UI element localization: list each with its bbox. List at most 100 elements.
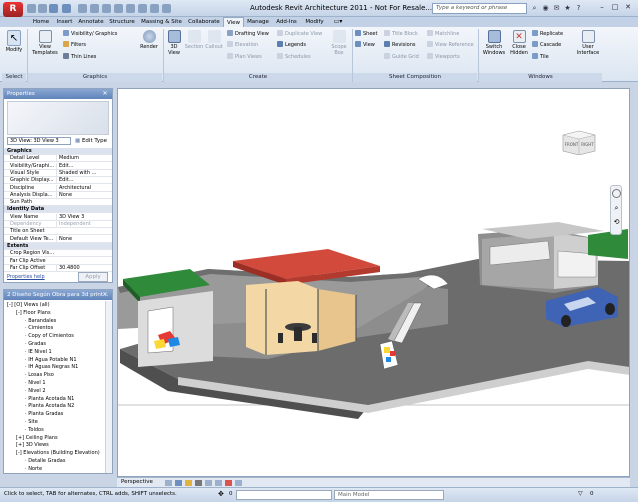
tab-home[interactable]: Home bbox=[29, 17, 53, 27]
view-templates-button[interactable]: View Templates bbox=[30, 30, 60, 56]
property-value[interactable]: 3D View 3 bbox=[56, 213, 100, 221]
filters-button[interactable]: Filters bbox=[63, 41, 86, 49]
close-browser-icon[interactable]: ✕ bbox=[100, 291, 110, 299]
browser-tree-item[interactable]: · Planta Gradas bbox=[25, 410, 63, 418]
browser-tree-item[interactable]: · Detalle Gradas bbox=[25, 457, 65, 465]
tab-modify[interactable]: Modify bbox=[301, 17, 328, 27]
browser-tree-item[interactable]: · Nivel 2 bbox=[25, 387, 46, 395]
browser-tree-item[interactable]: · Nivel 1 bbox=[25, 379, 46, 387]
matchline-button[interactable]: Matchline bbox=[427, 30, 459, 38]
text-icon[interactable] bbox=[114, 4, 123, 13]
application-menu-button[interactable]: R bbox=[3, 2, 23, 17]
maximize-window-icon[interactable]: □ bbox=[609, 2, 621, 13]
view-button[interactable]: View bbox=[355, 41, 375, 49]
property-value[interactable]: None bbox=[56, 235, 100, 243]
browser-tree-item[interactable]: [-] Floor Plans bbox=[16, 309, 51, 317]
browser-tree-item[interactable]: · Barandales bbox=[25, 317, 56, 325]
switch-windows-button[interactable]: Switch Windows bbox=[481, 30, 507, 56]
favorites-icon[interactable]: ★ bbox=[563, 4, 572, 13]
property-row[interactable]: Sun Path bbox=[4, 199, 112, 207]
browser-tree-item[interactable]: [+] Ceiling Plans bbox=[16, 434, 58, 442]
property-row[interactable]: Far Clip Offset 30.4800 bbox=[4, 264, 112, 272]
measure-icon[interactable] bbox=[78, 4, 87, 13]
revisions-button[interactable]: Revisions bbox=[384, 41, 416, 49]
tab-add-ins[interactable]: Add-Ins bbox=[272, 17, 301, 27]
property-row[interactable]: Title on Sheet bbox=[4, 228, 112, 236]
cascade-button[interactable]: Cascade bbox=[532, 41, 561, 49]
filter-icon[interactable]: ▽ bbox=[578, 490, 586, 498]
orbit-icon[interactable]: ⟲ bbox=[612, 218, 621, 227]
press-drag-icon[interactable]: ✥ bbox=[218, 490, 226, 498]
redo-icon[interactable] bbox=[62, 4, 71, 13]
tile-button[interactable]: Tile bbox=[532, 53, 549, 61]
tab-insert[interactable]: Insert bbox=[53, 17, 76, 27]
close-hidden-button[interactable]: ✕ Close Hidden bbox=[508, 30, 530, 56]
tab-structure[interactable]: Structure bbox=[106, 17, 138, 27]
property-section-header[interactable]: Graphics bbox=[4, 148, 112, 155]
viewports-button[interactable]: Viewports bbox=[427, 53, 460, 61]
property-row[interactable]: Far Clip Active bbox=[4, 258, 112, 265]
tab-annotate[interactable]: Annotate bbox=[76, 17, 106, 27]
minimize-window-icon[interactable]: – bbox=[596, 2, 608, 13]
default-3d-view-icon[interactable] bbox=[126, 4, 135, 13]
property-row[interactable]: Dependency Independent bbox=[4, 221, 112, 228]
close-palette-icon[interactable]: ✕ bbox=[100, 90, 110, 98]
reveal-hidden-icon[interactable] bbox=[235, 480, 242, 486]
detail-level-icon[interactable] bbox=[165, 480, 172, 486]
property-value[interactable]: Independent bbox=[56, 221, 100, 228]
scope-box-button[interactable]: Scope Box bbox=[329, 30, 349, 56]
browser-tree-item[interactable]: · Toldos bbox=[25, 426, 44, 434]
browser-tree-item[interactable]: · Losas Piso bbox=[25, 371, 54, 379]
steering-wheel-icon[interactable] bbox=[612, 189, 621, 198]
zoom-icon[interactable]: ⌕ bbox=[612, 204, 621, 213]
property-row[interactable]: Graphic Display... Edit... bbox=[4, 177, 112, 185]
browser-tree-item[interactable]: [+] 3D Views bbox=[16, 441, 49, 449]
duplicate-view-button[interactable]: Duplicate View bbox=[277, 30, 322, 38]
property-row[interactable]: View Name 3D View 3 bbox=[4, 213, 112, 221]
communication-center-icon[interactable]: ✉ bbox=[552, 4, 561, 13]
plan-views-button[interactable]: Plan Views bbox=[227, 53, 262, 61]
elevation-button[interactable]: Elevation bbox=[227, 41, 258, 49]
3d-view-button[interactable]: 3D View bbox=[165, 30, 183, 56]
crop-view-icon[interactable] bbox=[205, 480, 212, 486]
browser-tree-item[interactable]: [-] Elevations (Building Elevation) bbox=[16, 449, 100, 457]
browser-scrollbar[interactable] bbox=[105, 301, 112, 473]
browser-tree-item[interactable]: · Site bbox=[25, 418, 38, 426]
help-search-input[interactable]: Type a keyword or phrase bbox=[432, 3, 527, 14]
browser-tree-item[interactable]: [-] [O] Views (all) bbox=[7, 301, 50, 309]
expand-node-icon[interactable]: [+] bbox=[16, 442, 26, 448]
sheet-button[interactable]: Sheet bbox=[355, 30, 377, 38]
show-crop-region-icon[interactable] bbox=[215, 480, 222, 486]
browser-tree-item[interactable]: · Gradas bbox=[25, 340, 46, 348]
section-icon[interactable] bbox=[138, 4, 147, 13]
property-section-header[interactable]: Extents bbox=[4, 242, 112, 250]
legends-button[interactable]: Legends bbox=[277, 41, 306, 49]
visual-style-icon[interactable] bbox=[175, 480, 182, 486]
replicate-button[interactable]: Replicate bbox=[532, 30, 563, 38]
property-row[interactable]: Default View Te... None bbox=[4, 235, 112, 243]
property-row[interactable]: Visibility/Graphi... Edit... bbox=[4, 162, 112, 170]
property-section-header[interactable]: Identity Data bbox=[4, 206, 112, 214]
section-button[interactable]: Section bbox=[184, 30, 204, 50]
property-row[interactable]: Crop Region Vis... bbox=[4, 250, 112, 258]
browser-tree-item[interactable]: · IH Aguas Negras N1 bbox=[25, 363, 78, 371]
property-value[interactable]: Architectural bbox=[56, 184, 100, 192]
tab-collaborate[interactable]: Collaborate bbox=[185, 17, 223, 27]
search-icon[interactable]: ⌕ bbox=[530, 4, 539, 13]
expand-node-icon[interactable]: [+] bbox=[16, 435, 26, 441]
viewcube[interactable]: FRONT RIGHT bbox=[561, 129, 597, 155]
drafting-view-button[interactable]: Drafting View bbox=[227, 30, 269, 38]
browser-tree-item[interactable]: · Planta Acotada N1 bbox=[25, 395, 74, 403]
property-row[interactable]: Analysis Displa... None bbox=[4, 191, 112, 199]
sun-path-icon[interactable] bbox=[185, 480, 192, 486]
view-reference-button[interactable]: View Reference bbox=[427, 41, 474, 49]
modify-button[interactable]: ↖ Modify bbox=[3, 30, 25, 53]
thin-lines-button[interactable]: Thin Lines bbox=[63, 53, 96, 61]
tab-manage[interactable]: Manage bbox=[244, 17, 272, 27]
property-value[interactable]: 30.4800 bbox=[56, 264, 100, 272]
workset-field[interactable] bbox=[236, 490, 332, 500]
open-icon[interactable] bbox=[27, 4, 36, 13]
browser-tree-item[interactable]: · Planta Acotada N2 bbox=[25, 402, 74, 410]
3d-viewport[interactable]: ▭ ▫ ✕ bbox=[117, 88, 630, 477]
shadows-icon[interactable] bbox=[195, 480, 202, 486]
